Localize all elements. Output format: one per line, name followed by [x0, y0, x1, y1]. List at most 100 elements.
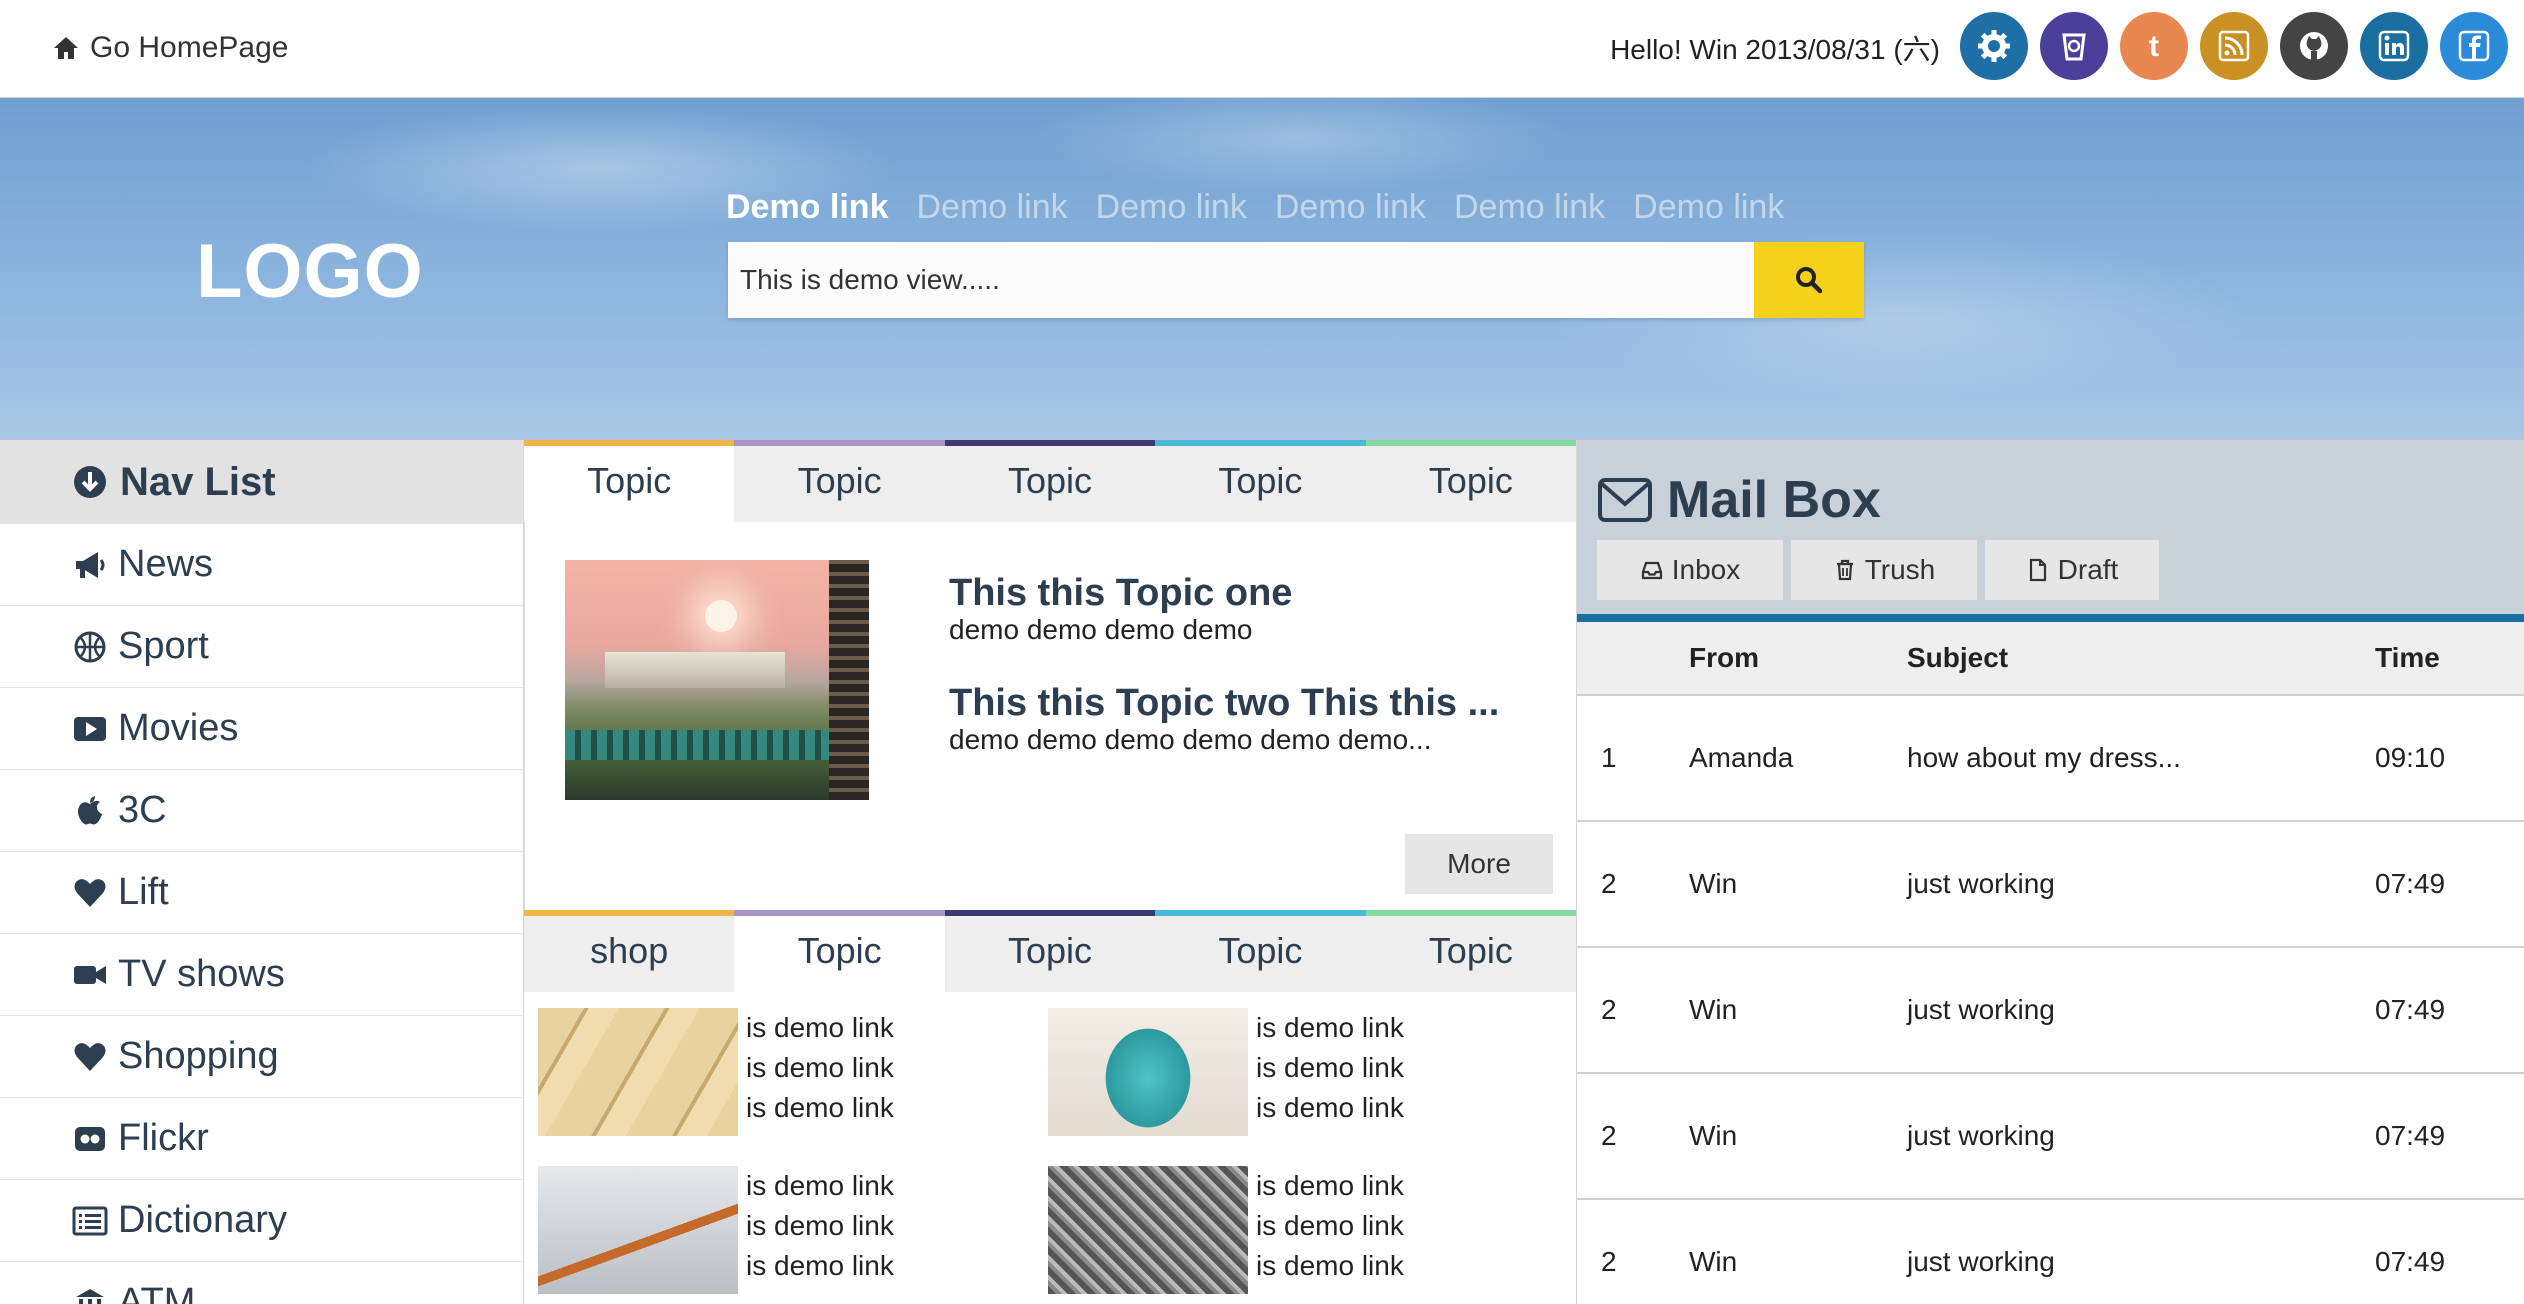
trash-button[interactable]: Trush: [1791, 540, 1977, 600]
mail-table: From Subject Time 1 Amanda how about my …: [1577, 622, 2524, 1304]
hero-link-4[interactable]: Demo link: [1275, 188, 1426, 227]
mail-subject[interactable]: just working: [1907, 994, 2055, 1026]
topic-two-title[interactable]: This this Topic two This this ...: [949, 682, 1499, 725]
shop-item-thumbnail[interactable]: [538, 1166, 738, 1294]
shop-item-link[interactable]: is demo link: [746, 1088, 894, 1128]
shop-item-link[interactable]: is demo link: [1256, 1048, 1404, 1088]
hero-link-3[interactable]: Demo link: [1096, 188, 1247, 227]
shop-item-link[interactable]: is demo link: [1256, 1088, 1404, 1128]
mail-row[interactable]: 1 Amanda how about my dress... 09:10: [1577, 696, 2524, 822]
shop-item: is demo link is demo link is demo link: [538, 1166, 1018, 1296]
hero-link-5[interactable]: Demo link: [1454, 188, 1605, 227]
hero-links: Demo link Demo link Demo link Demo link …: [726, 188, 1812, 227]
mail-num: 1: [1601, 742, 1617, 773]
search-input[interactable]: [728, 242, 1754, 318]
topic-tab-3[interactable]: Topic: [944, 440, 1156, 522]
shop-item-link[interactable]: is demo link: [1256, 1166, 1404, 1206]
shop-tab-5[interactable]: Topic: [1365, 910, 1577, 992]
shop-item-thumbnail[interactable]: [1048, 1008, 1248, 1136]
shop-item-link[interactable]: is demo link: [1256, 1246, 1404, 1286]
rss-icon: [2218, 30, 2250, 62]
nav-item-label: TV shows: [118, 953, 285, 995]
shop-item-link[interactable]: is demo link: [746, 1008, 894, 1048]
shop-item: is demo link is demo link is demo link: [1048, 1008, 1528, 1138]
search-button[interactable]: [1754, 242, 1864, 318]
nav-item-label: ATM: [118, 1281, 196, 1304]
shop-item-link[interactable]: is demo link: [746, 1206, 894, 1246]
draft-button[interactable]: Draft: [1985, 540, 2159, 600]
arrow-circle-down-icon: [74, 466, 106, 498]
nav-item-label: Dictionary: [118, 1199, 287, 1241]
mail-row[interactable]: 2 Win just working 07:49: [1577, 948, 2524, 1074]
mail-row[interactable]: 2 Win just working 07:49: [1577, 1200, 2524, 1304]
hero-link-2[interactable]: Demo link: [916, 188, 1067, 227]
hero-link-1[interactable]: Demo link: [726, 188, 888, 227]
nav-item-flickr[interactable]: Flickr: [0, 1098, 523, 1180]
more-button[interactable]: More: [1405, 834, 1553, 894]
nav-item-3c[interactable]: 3C: [0, 770, 523, 852]
mail-subject[interactable]: how about my dress...: [1907, 742, 2181, 774]
go-homepage-link[interactable]: Go HomePage: [52, 28, 288, 68]
shop-item-thumbnail[interactable]: [538, 1008, 738, 1136]
bucket-button[interactable]: [2040, 12, 2108, 80]
nav-item-atm[interactable]: ATM: [0, 1262, 523, 1304]
nav-item-sport[interactable]: Sport: [0, 606, 523, 688]
shop-tab-3[interactable]: Topic: [944, 910, 1156, 992]
nav-item-label: Flickr: [118, 1117, 209, 1159]
topic-tab-1[interactable]: Topic: [524, 440, 735, 522]
mail-from: Win: [1689, 868, 1738, 899]
linkedin-icon: [2378, 30, 2410, 62]
topic-tab-2[interactable]: Topic: [734, 440, 946, 522]
home-icon: [54, 37, 78, 59]
nav-item-tv-shows[interactable]: TV shows: [0, 934, 523, 1016]
shop-item-link[interactable]: is demo link: [1256, 1206, 1404, 1246]
shop-tab-1[interactable]: shop: [524, 910, 735, 992]
linkedin-button[interactable]: [2360, 12, 2428, 80]
site-logo[interactable]: LOGO: [196, 228, 424, 315]
nav-item-dictionary[interactable]: Dictionary: [0, 1180, 523, 1262]
topic-one-title[interactable]: This this Topic one: [949, 572, 1292, 615]
video-camera-icon: [74, 965, 106, 984]
mail-row[interactable]: 2 Win just working 07:49: [1577, 1074, 2524, 1200]
mail-subject[interactable]: just working: [1907, 868, 2055, 900]
play-icon: [74, 716, 106, 741]
nav-item-lift[interactable]: Lift: [0, 852, 523, 934]
shop-item-link[interactable]: is demo link: [746, 1246, 894, 1286]
topic-tab-5[interactable]: Topic: [1365, 440, 1577, 522]
mail-subject[interactable]: just working: [1907, 1246, 2055, 1278]
bank-icon: [76, 1288, 104, 1304]
svg-text:t: t: [2149, 30, 2159, 63]
col-from: From: [1689, 642, 1759, 673]
shop-item-link[interactable]: is demo link: [1256, 1008, 1404, 1048]
tumblr-button[interactable]: t: [2120, 12, 2188, 80]
mail-subject[interactable]: just working: [1907, 1120, 2055, 1152]
topic-content: This this Topic one demo demo demo demo …: [524, 522, 1576, 910]
shop-item: is demo link is demo link is demo link: [538, 1008, 1018, 1138]
shop-item-thumbnail[interactable]: [1048, 1166, 1248, 1294]
nav-item-news[interactable]: News: [0, 524, 523, 606]
topic-image[interactable]: [565, 560, 869, 800]
nav-item-shopping[interactable]: Shopping: [0, 1016, 523, 1098]
facebook-icon: [2458, 30, 2490, 62]
shop-tab-4[interactable]: Topic: [1155, 910, 1367, 992]
facebook-button[interactable]: [2440, 12, 2508, 80]
shop-item-link[interactable]: is demo link: [746, 1048, 894, 1088]
list-icon: [72, 1206, 108, 1235]
inbox-button[interactable]: Inbox: [1597, 540, 1783, 600]
mail-num: 2: [1601, 1120, 1617, 1151]
shop-item-link[interactable]: is demo link: [746, 1166, 894, 1206]
mail-table-header: From Subject Time: [1577, 622, 2524, 696]
shop-tab-2[interactable]: Topic: [734, 910, 946, 992]
topic-tab-4[interactable]: Topic: [1155, 440, 1367, 522]
mail-from: Win: [1689, 994, 1738, 1025]
inbox-icon: [1641, 561, 1662, 580]
gear-icon: [1978, 30, 2010, 62]
nav-item-movies[interactable]: Movies: [0, 688, 523, 770]
search-icon: [1796, 267, 1823, 294]
github-button[interactable]: [2280, 12, 2348, 80]
mail-row[interactable]: 2 Win just working 07:49: [1577, 822, 2524, 948]
rss-button[interactable]: [2200, 12, 2268, 80]
inbox-label: Inbox: [1671, 554, 1741, 585]
hero-link-6[interactable]: Demo link: [1633, 188, 1784, 227]
settings-button[interactable]: [1960, 12, 2028, 80]
